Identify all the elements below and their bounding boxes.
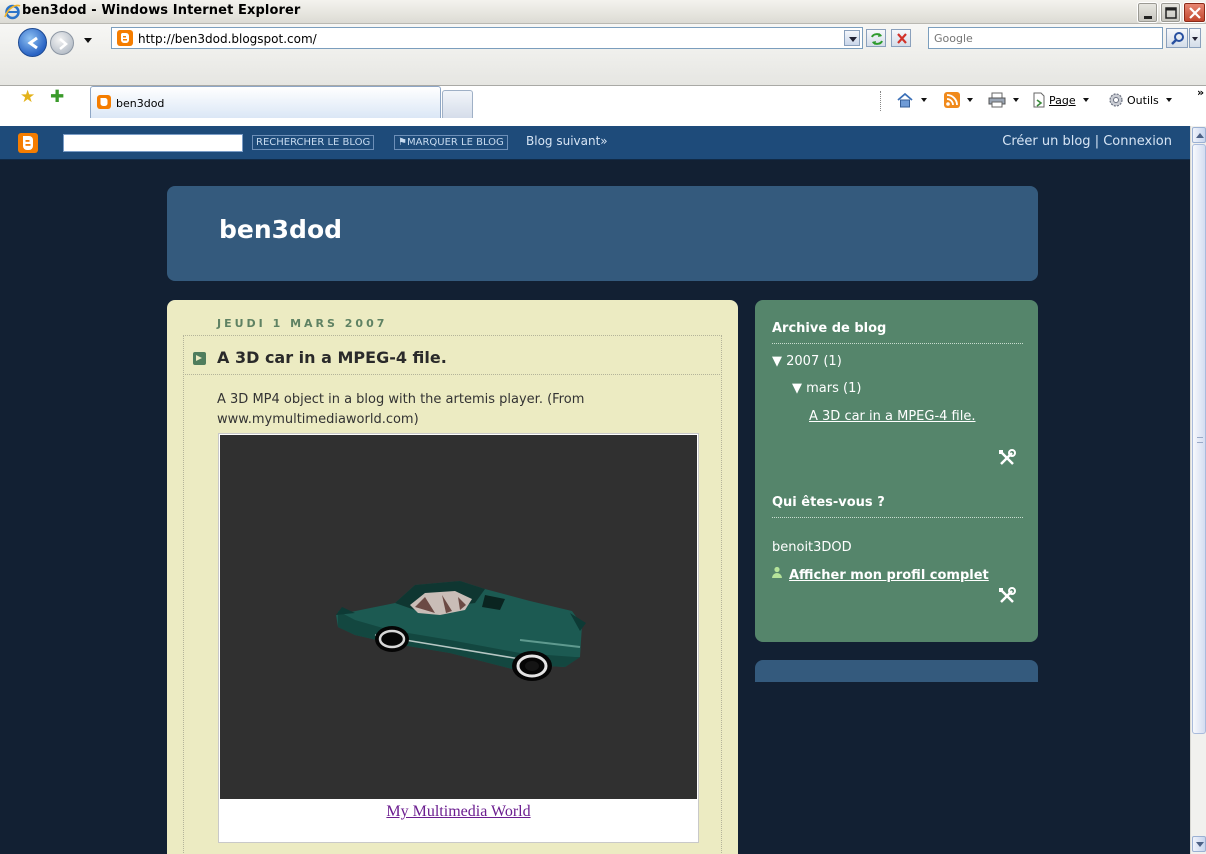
archive-month-toggle[interactable]: ▼ mars (1) [792,381,861,396]
car-3d-render [336,581,586,681]
flag-blog-button[interactable]: ⚑MARQUER LE BLOG [394,135,508,150]
profile-name: benoit3DOD [772,540,852,555]
window-titlebar: ben3dod - Windows Internet Explorer [0,0,1206,24]
archive-divider [772,343,1023,344]
command-bar: Page Outils [880,88,1206,114]
tools-menu-button[interactable]: Outils [1108,92,1172,108]
feeds-button[interactable] [944,92,973,108]
blogger-favicon-icon [117,30,133,46]
profile-divider [772,517,1023,518]
next-blog-link[interactable]: Blog suivant» [526,134,608,148]
window-title: ben3dod - Windows Internet Explorer [22,3,301,18]
profile-heading: Qui êtes-vous ? [772,495,885,510]
rss-feed-icon [944,92,960,108]
magnifier-icon [1171,32,1184,45]
forward-arrow-icon [59,38,68,50]
chevron-down-icon [1165,98,1172,102]
archive-post-link[interactable]: A 3D car in a MPEG-4 file. [809,409,975,424]
media-embed: My Multimedia World [218,433,699,843]
favorites-center-icon[interactable]: ★ [20,89,35,106]
blogger-b-icon [23,136,33,150]
chevron-down-icon [967,98,973,102]
scroll-thumb[interactable] [1192,144,1206,734]
account-links: Créer un blog | Connexion [1002,134,1172,149]
maximize-button[interactable] [1160,2,1181,23]
sidebar-next-widget [755,660,1038,682]
maximize-icon [1165,7,1177,19]
internet-explorer-icon [4,4,21,20]
main-column: JEUDI 1 MARS 2007 A 3D car in a MPEG-4 f… [167,300,738,854]
page-menu-button[interactable]: Page [1032,92,1089,108]
post-title: A 3D car in a MPEG-4 file. [217,348,447,367]
close-icon [1189,7,1201,19]
archive-year-toggle[interactable]: ▼ 2007 (1) [772,354,842,369]
scroll-grip-icon [1197,437,1203,443]
blog-title[interactable]: ben3dod [219,215,342,244]
page-content: ben3dod JEUDI 1 MARS 2007 A 3D car in a … [0,160,1190,854]
chevron-down-icon [921,98,927,102]
sidebar: Archive de blog ▼ 2007 (1) ▼ mars (1) A … [755,300,1038,642]
search-input[interactable] [929,28,1162,48]
profile-person-icon [772,566,782,578]
search-blog-button[interactable]: RECHERCHER LE BLOG [252,135,375,150]
search-field[interactable] [928,27,1163,49]
blog-header: ben3dod [167,186,1038,281]
command-bar-separator [880,91,881,111]
create-blog-link[interactable]: Créer un blog [1002,134,1090,149]
scroll-up-button[interactable] [1192,127,1206,143]
page-icon [1033,92,1045,108]
printer-icon [988,92,1006,108]
vertical-scrollbar[interactable] [1190,126,1206,854]
home-button[interactable] [896,92,927,108]
address-dropdown-button[interactable] [844,30,860,46]
post-arrow-icon [193,352,206,365]
chevron-down-icon [1082,98,1089,102]
edit-widget-icon[interactable] [997,448,1017,468]
forward-button[interactable] [50,31,74,55]
search-button[interactable] [1166,28,1188,48]
tab-label: ben3dod [116,97,165,110]
3d-player-viewport[interactable] [220,435,697,799]
tools-menu-label: Outils [1127,93,1159,107]
address-url[interactable]: http://ben3dod.blogspot.com/ [138,32,317,46]
print-button[interactable] [988,92,1019,108]
flag-blog-label: MARQUER LE BLOG [406,137,504,148]
post-date: JEUDI 1 MARS 2007 [217,317,388,330]
history-dropdown-icon[interactable] [84,38,92,43]
login-link[interactable]: Connexion [1103,134,1172,149]
post-title-divider [183,374,722,375]
blog-search-input[interactable] [63,134,243,152]
blogger-logo[interactable] [18,133,38,153]
new-tab-button[interactable] [442,90,473,118]
close-button[interactable] [1183,2,1206,23]
chevron-down-icon [1013,98,1019,102]
blogger-navbar: RECHERCHER LE BLOG ⚑MARQUER LE BLOG Blog… [0,126,1190,160]
edit-widget-icon[interactable] [997,586,1017,606]
back-button[interactable] [18,28,47,57]
my-multimedia-world-link[interactable]: My Multimedia World [219,803,698,821]
stop-icon [897,33,907,44]
refresh-icon [871,33,883,45]
back-arrow-icon [27,36,38,50]
address-bar[interactable]: http://ben3dod.blogspot.com/ [111,27,863,49]
blogger-favicon-icon [97,95,111,109]
toolbar-overflow-button[interactable]: » [1197,86,1204,99]
minimize-icon [1144,16,1152,19]
refresh-button[interactable] [866,29,886,47]
gear-icon [1109,93,1123,107]
scroll-down-button[interactable] [1192,836,1206,852]
add-favorites-icon[interactable]: ✚ [50,89,64,106]
stop-button[interactable] [891,29,911,47]
search-options-dropdown[interactable] [1189,28,1201,48]
page-menu-label: Page [1049,93,1076,107]
post-body: A 3D MP4 object in a blog with the artem… [217,392,585,427]
navbar-separator: | [1094,134,1100,149]
minimize-button[interactable] [1137,2,1158,23]
home-icon [897,92,913,108]
tab-ben3dod[interactable]: ben3dod [90,86,441,118]
flag-icon: ⚑ [398,137,407,148]
archive-heading: Archive de blog [772,321,887,336]
view-full-profile-link[interactable]: Afficher mon profil complet [789,568,989,583]
